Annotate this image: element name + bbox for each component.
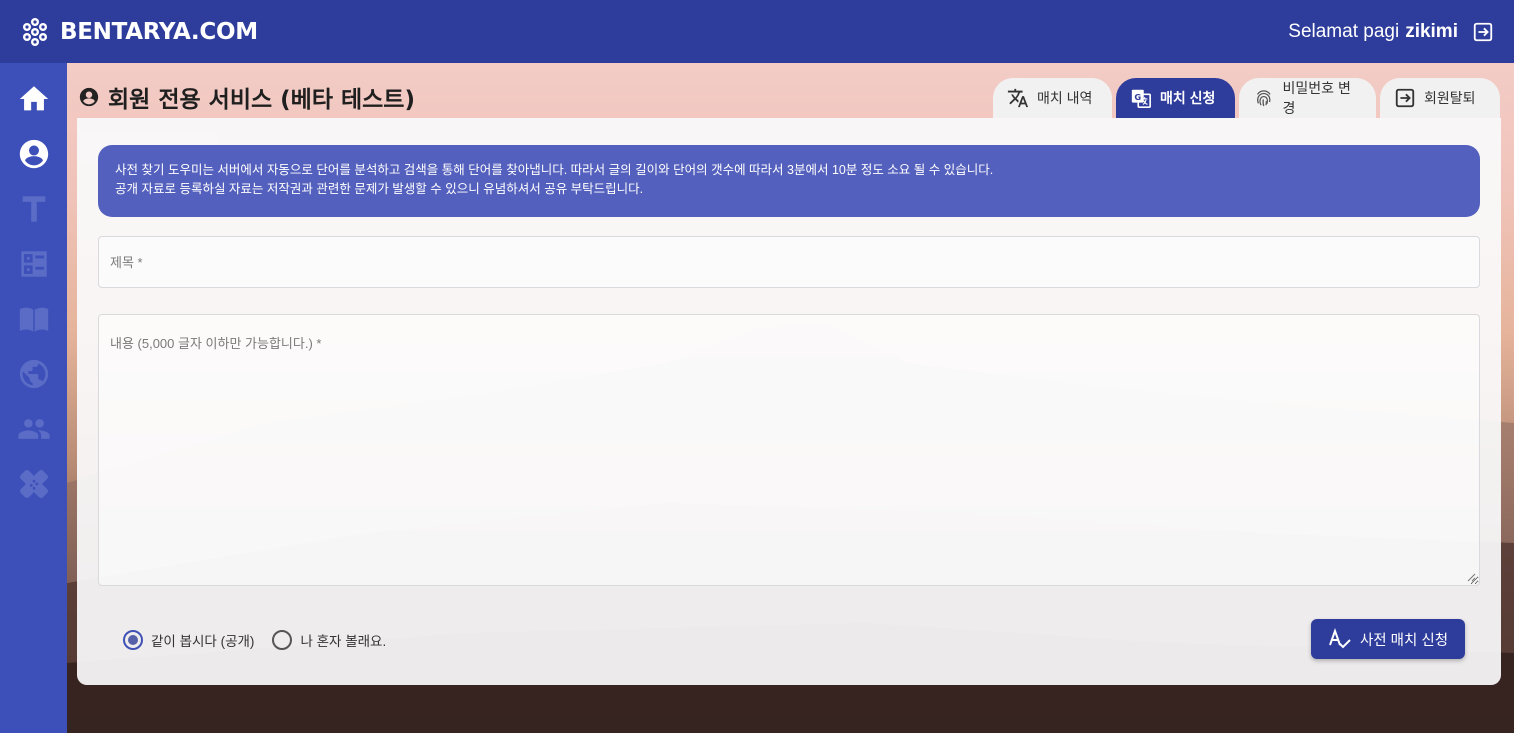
page-title: 회원 전용 서비스 (베타 테스트) xyxy=(108,87,415,113)
svg-text:G: G xyxy=(1134,92,1141,102)
translate-icon xyxy=(1007,88,1029,108)
spellcheck-icon xyxy=(1328,628,1351,649)
bandage-icon xyxy=(19,469,48,499)
sidebar-item-text[interactable] xyxy=(14,189,54,229)
content-textarea[interactable] xyxy=(99,315,1479,585)
greeting-text: Selamat pagi xyxy=(1288,20,1400,42)
tab-match-history[interactable]: 매치 내역 xyxy=(993,78,1112,118)
title-input[interactable] xyxy=(99,237,1479,287)
notice-line-2: 공개 자료로 등록하실 자료는 저작권과 관련한 문제가 발생할 수 있으니 유… xyxy=(115,182,644,196)
radio-private[interactable]: 나 혼자 볼래요. xyxy=(272,630,386,650)
sidebar xyxy=(0,63,67,733)
top-bar: BENTARYA.COM Selamat pagi zikimi xyxy=(0,0,1514,63)
book-icon xyxy=(19,307,48,332)
page-title-wrap: 회원 전용 서비스 (베타 테스트) xyxy=(78,80,415,114)
submit-match-button[interactable]: 사전 매치 신청 xyxy=(1311,619,1465,659)
radio-private-label: 나 혼자 볼래요. xyxy=(300,634,387,649)
sidebar-item-globe[interactable] xyxy=(14,354,54,394)
brand-logo-icon xyxy=(23,17,47,46)
tab-change-password[interactable]: 비밀번호 변경 xyxy=(1239,78,1376,118)
tab-label: 회원탈퇴 xyxy=(1424,90,1476,106)
tab-label: 매치 신청 xyxy=(1160,90,1216,106)
username: zikimi xyxy=(1405,20,1458,42)
brand[interactable]: BENTARYA.COM xyxy=(20,17,258,47)
tab-label: 비밀번호 변경 xyxy=(1282,80,1351,116)
tab-withdraw[interactable]: 회원탈퇴 xyxy=(1380,78,1500,118)
tab-match-request[interactable]: G 매치 신청 xyxy=(1116,78,1235,118)
radio-private-dot[interactable] xyxy=(272,630,293,650)
brand-name: BENTARYA.COM xyxy=(60,18,258,45)
g-translate-icon: G xyxy=(1131,89,1151,108)
sidebar-item-dashboard[interactable] xyxy=(14,244,54,284)
sidebar-item-bandage[interactable] xyxy=(14,464,54,504)
radio-public-label: 같이 봅시다 (공개) xyxy=(151,634,255,649)
radio-public-dot[interactable] xyxy=(123,630,143,650)
title-field xyxy=(98,236,1480,288)
home-icon xyxy=(19,86,48,111)
list-grid-icon xyxy=(20,251,47,277)
radio-public[interactable]: 같이 봅시다 (공개) xyxy=(123,630,254,650)
notice-line-1: 사전 찾기 도우미는 서버에서 자동으로 단어를 분석하고 검색을 통해 단어를… xyxy=(115,163,994,177)
fingerprint-icon xyxy=(1256,90,1271,107)
content-field xyxy=(98,314,1480,586)
text-icon xyxy=(22,196,45,222)
form-card: 사전 찾기 도우미는 서버에서 자동으로 단어를 분석하고 검색을 통해 단어를… xyxy=(77,118,1501,685)
sidebar-item-book[interactable] xyxy=(14,299,54,339)
account-circle-icon xyxy=(79,87,99,107)
greeting: Selamat pagi zikimi xyxy=(1288,21,1494,43)
tab-bar: 매치 내역 G 매치 신청 비밀번호 변경 회원탈퇴 xyxy=(993,78,1500,118)
visibility-radio-group: 같이 봅시다 (공개) 나 혼자 볼래요. xyxy=(123,630,386,650)
sidebar-item-home[interactable] xyxy=(14,79,54,119)
logout-icon[interactable] xyxy=(1472,21,1494,43)
submit-label: 사전 매치 신청 xyxy=(1359,632,1449,649)
globe-icon xyxy=(19,359,48,389)
sidebar-item-people[interactable] xyxy=(14,409,54,449)
resize-grip-icon[interactable] xyxy=(1466,572,1476,582)
tab-label: 매치 내역 xyxy=(1037,90,1093,106)
account-circle-icon xyxy=(19,139,48,169)
people-icon xyxy=(17,419,50,439)
notice-banner: 사전 찾기 도우미는 서버에서 자동으로 단어를 분석하고 검색을 통해 단어를… xyxy=(98,145,1480,217)
exit-icon xyxy=(1395,88,1415,108)
sidebar-item-account[interactable] xyxy=(14,134,54,174)
